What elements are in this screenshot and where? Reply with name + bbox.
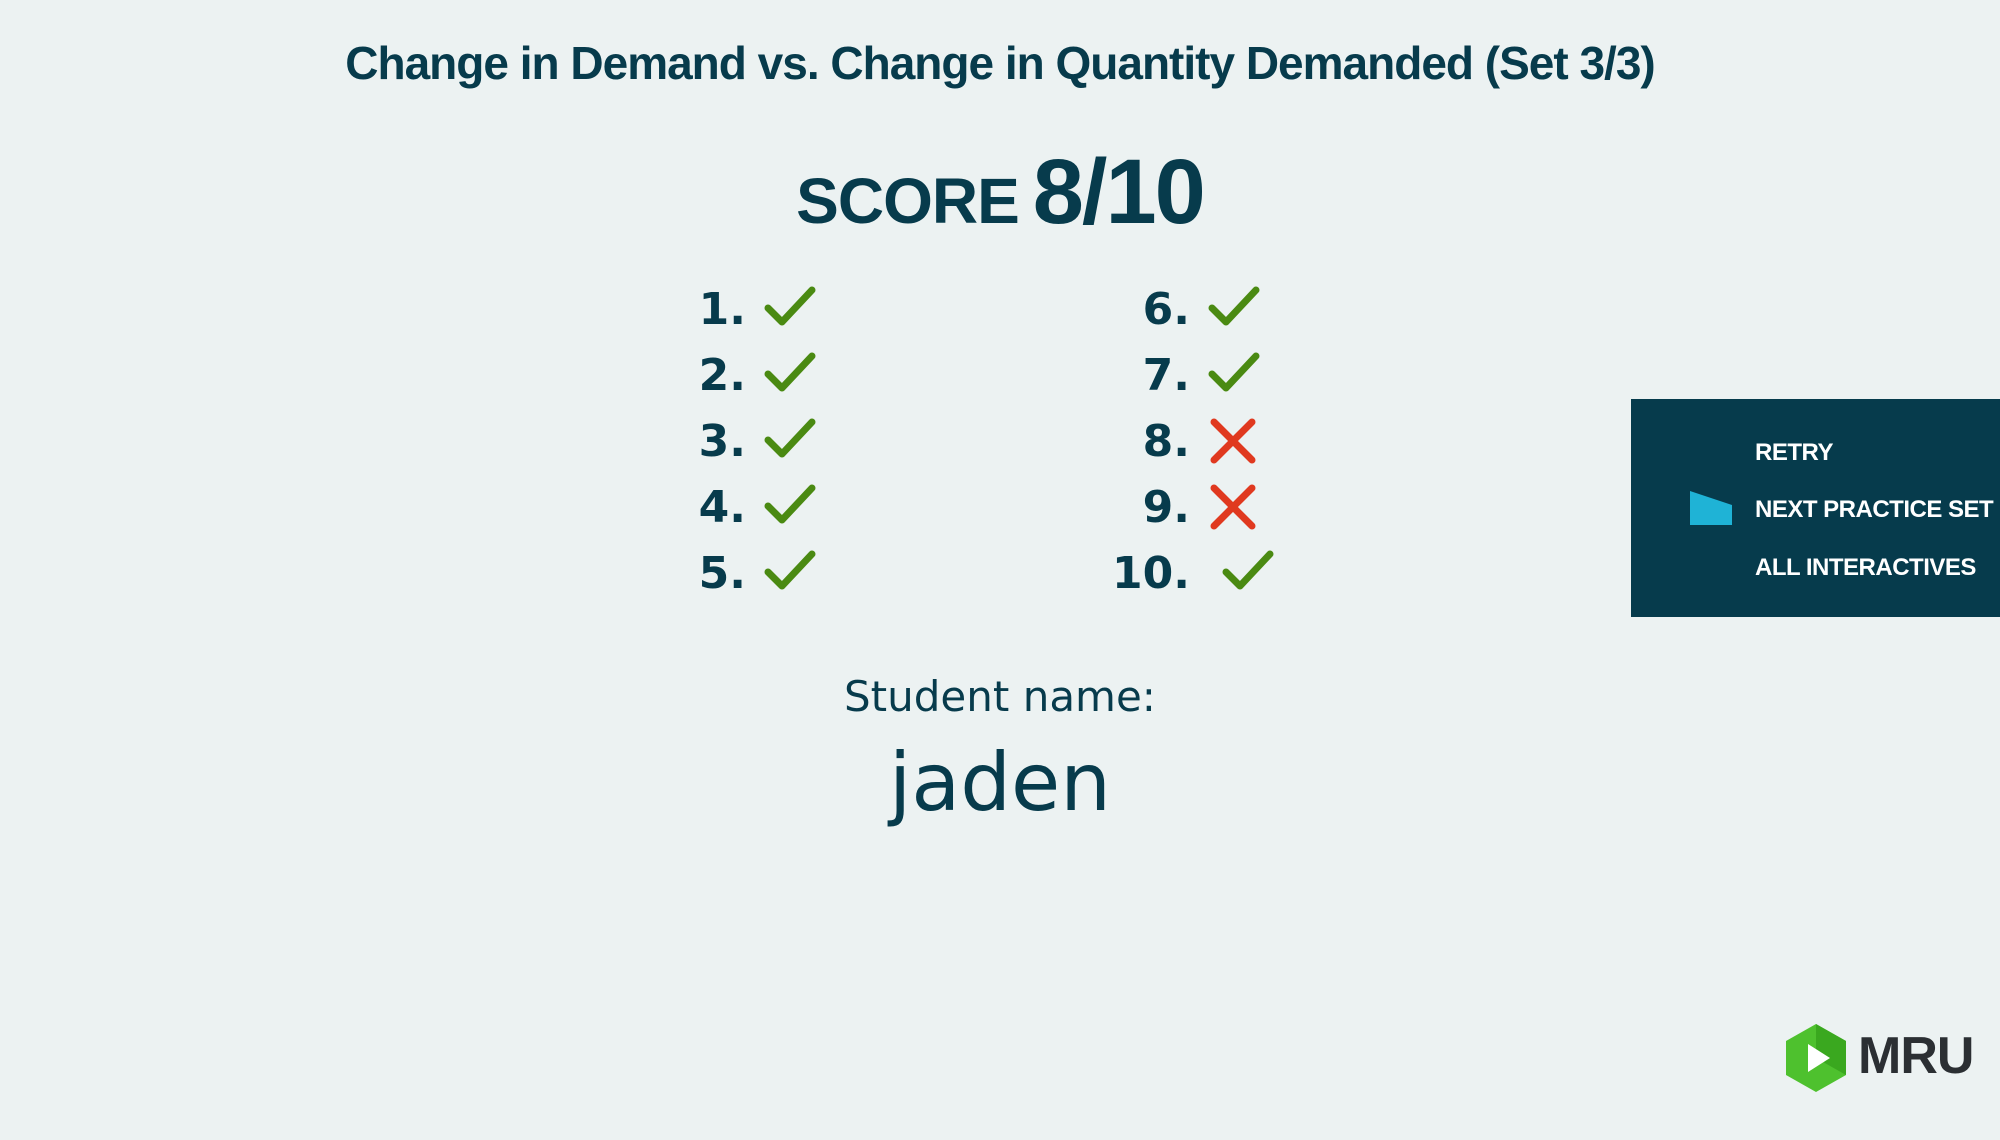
selected-marker-icon: [1690, 491, 1732, 525]
question-number: 8.: [1142, 416, 1190, 467]
student-name-label: Student name:: [844, 672, 1156, 721]
question-number: 10.: [1112, 548, 1190, 599]
retry-button[interactable]: RETRY: [1755, 439, 1833, 467]
logo-text: MRU: [1858, 1027, 1974, 1085]
score-label: SCORE: [796, 165, 1020, 237]
next-practice-set-button[interactable]: NEXT PRACTICE SET: [1755, 496, 1994, 524]
question-number: 6.: [1142, 284, 1190, 335]
page-title: Change in Demand vs. Change in Quantity …: [345, 37, 1655, 89]
student-name-value: jaden: [889, 736, 1111, 829]
play-hexagon-icon: [1786, 1024, 1846, 1092]
question-number: 7.: [1142, 350, 1190, 401]
mru-logo: MRU: [1784, 1022, 1974, 1094]
end-menu: RETRY NEXT PRACTICE SET ALL INTERACTIVES: [1631, 399, 2000, 617]
question-number: 9.: [1142, 482, 1190, 533]
score-value: 8/10: [1032, 141, 1206, 243]
score-display: SCORE 8/10: [0, 140, 2000, 245]
all-interactives-button[interactable]: ALL INTERACTIVES: [1755, 554, 1976, 582]
